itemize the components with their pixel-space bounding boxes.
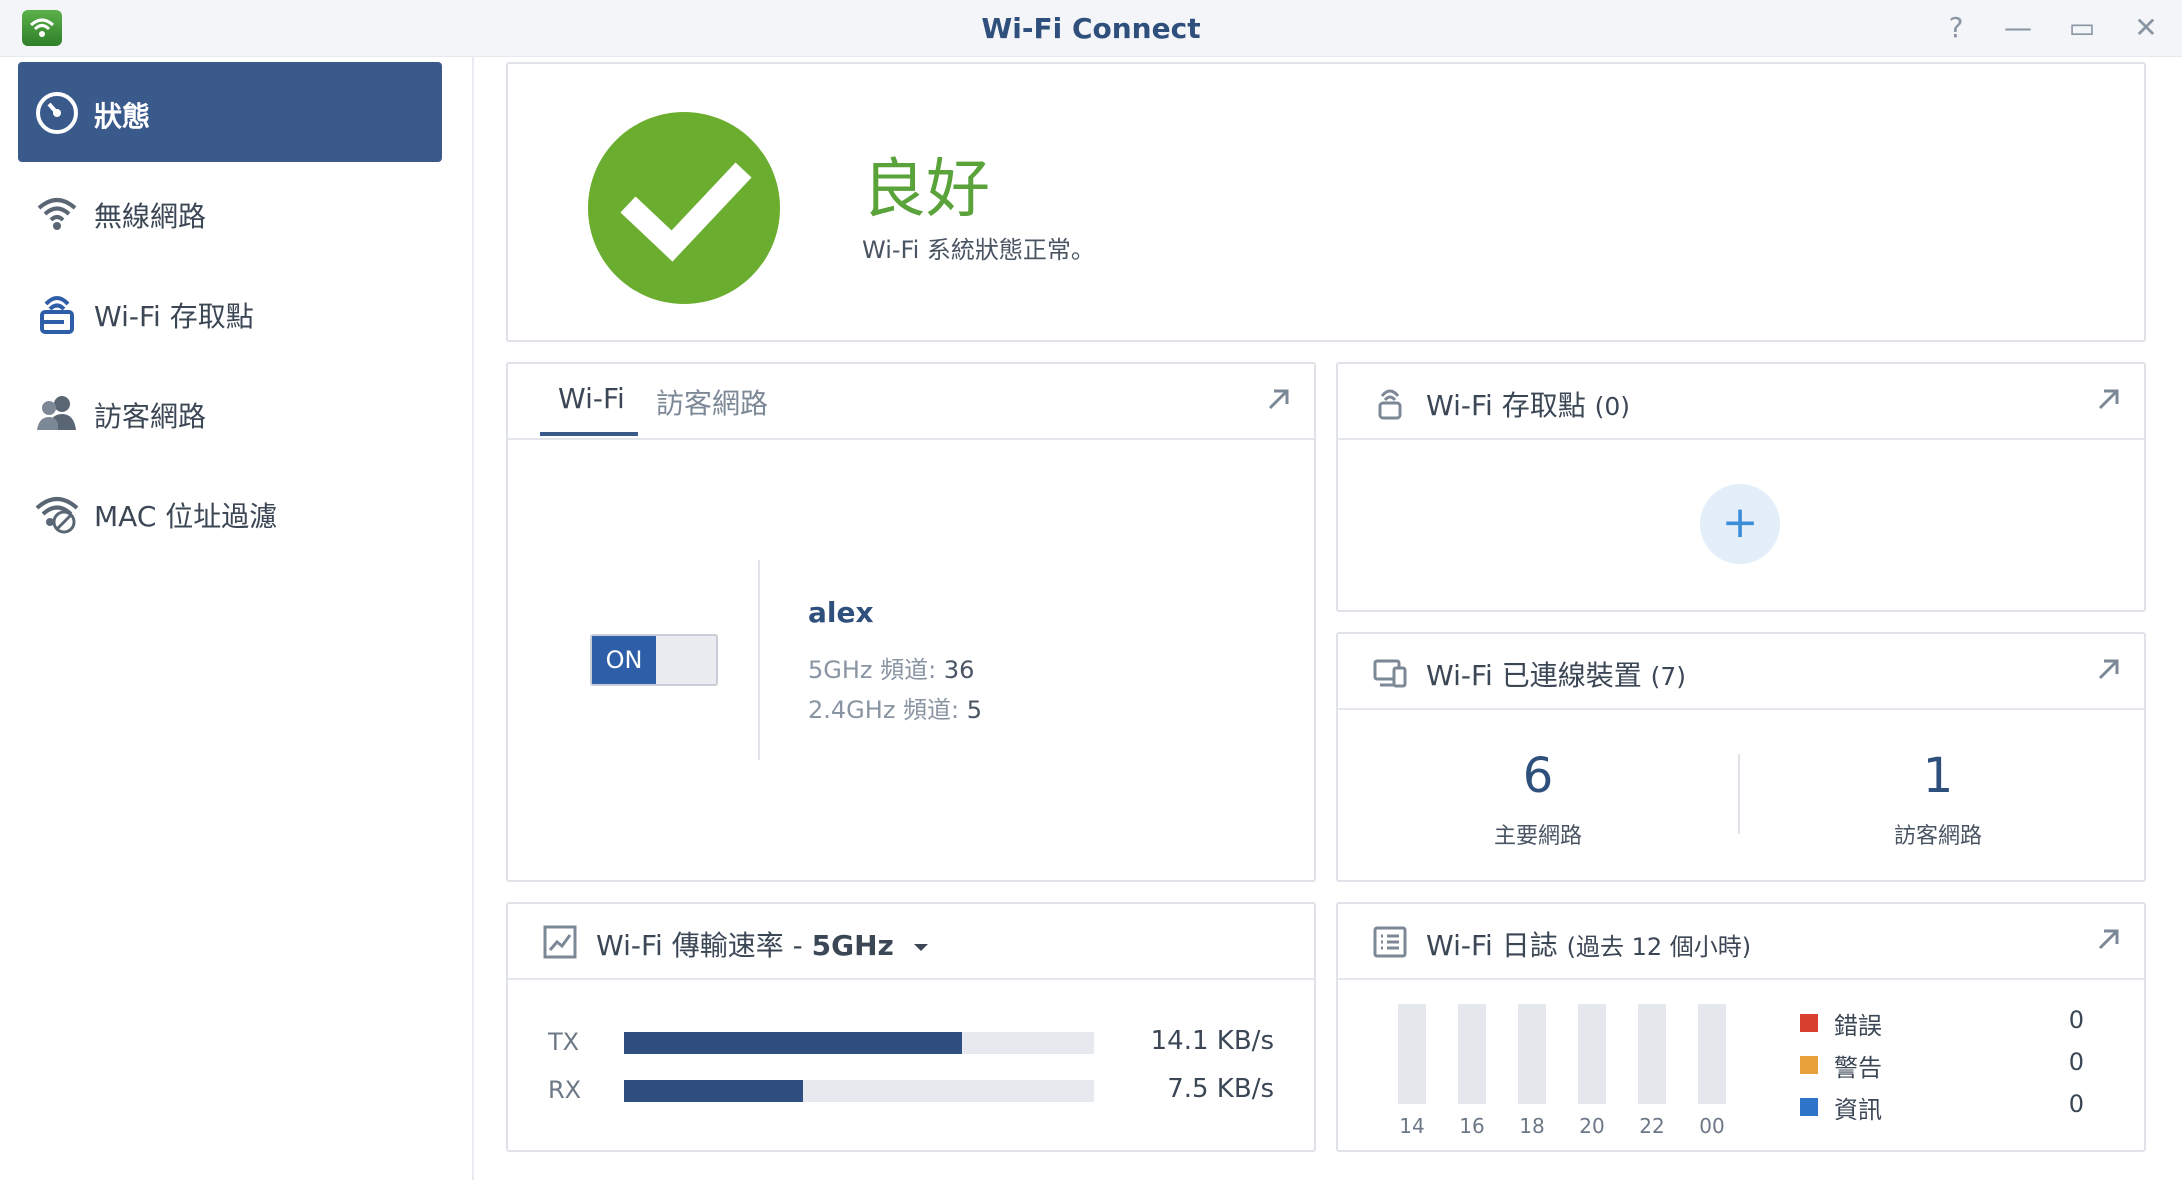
transfer-rate-panel: Wi-Fi 傳輸速率 - 5GHz TX 14.1 KB/s RX 7.5 KB… bbox=[506, 902, 1316, 1152]
status-check-icon bbox=[588, 112, 780, 304]
wifi-icon bbox=[37, 198, 77, 230]
rx-bar-fill bbox=[624, 1080, 803, 1102]
log-hour-tick: 22 bbox=[1639, 1114, 1665, 1138]
band-5ghz-channel: 5GHz 頻道: 36 bbox=[808, 656, 975, 684]
sidebar: 狀態 無線網路 Wi-Fi 存取點 訪客網路 MAC 位址過濾 bbox=[0, 57, 474, 1180]
legend-info-swatch bbox=[1800, 1098, 1818, 1116]
legend-warning-swatch bbox=[1800, 1056, 1818, 1074]
close-button[interactable]: ✕ bbox=[2128, 10, 2164, 46]
tab-indicator bbox=[540, 432, 638, 436]
guest-network-count[interactable]: 1 bbox=[1838, 748, 2038, 804]
access-point-panel: Wi-Fi 存取點 (0) + bbox=[1336, 362, 2146, 612]
expand-icon[interactable] bbox=[2096, 656, 2122, 682]
wifi-panel-header: Wi-Fi 訪客網路 bbox=[508, 364, 1314, 440]
minimize-button[interactable]: — bbox=[2000, 10, 2036, 46]
log-panel: Wi-Fi 日誌 (過去 12 個小時) 14 16 18 20 22 00 錯誤 0 警… bbox=[1336, 902, 2146, 1152]
band-select[interactable]: 5GHz bbox=[812, 929, 894, 962]
tab-guest-network[interactable]: 訪客網路 bbox=[656, 382, 768, 422]
log-title: Wi-Fi 日誌 (過去 12 個小時) bbox=[1426, 929, 1752, 962]
gauge-icon bbox=[36, 92, 78, 134]
log-bar bbox=[1698, 1004, 1726, 1104]
legend-info-value: 0 bbox=[2068, 1090, 2084, 1118]
devices-title: Wi-Fi 已連線裝置 (7) bbox=[1426, 659, 1687, 692]
expand-icon[interactable] bbox=[2096, 386, 2122, 412]
tx-bar bbox=[624, 1032, 1094, 1054]
chevron-down-icon[interactable] bbox=[911, 941, 931, 955]
maximize-button[interactable]: ▭ bbox=[2064, 10, 2100, 46]
band-24ghz-channel: 2.4GHz 頻道: 5 bbox=[808, 696, 983, 724]
log-bar bbox=[1638, 1004, 1666, 1104]
sidebar-item-wireless[interactable]: 無線網路 bbox=[18, 162, 442, 262]
help-button[interactable]: ? bbox=[1938, 10, 1974, 46]
sidebar-item-label: MAC 位址過濾 bbox=[94, 500, 278, 533]
access-point-header: Wi-Fi 存取點 (0) bbox=[1338, 364, 2144, 440]
wifi-panel: Wi-Fi 訪客網路 ON alex 5GHz 頻道: 36 2.4GHz 頻道… bbox=[506, 362, 1316, 882]
add-access-point-button[interactable]: + bbox=[1700, 484, 1780, 564]
access-point-icon bbox=[40, 296, 74, 334]
wifi-toggle[interactable]: ON bbox=[590, 634, 718, 686]
legend-error-value: 0 bbox=[2068, 1006, 2084, 1034]
wifi-filter-icon bbox=[35, 497, 79, 534]
legend-error-swatch bbox=[1800, 1014, 1818, 1032]
status-description: Wi-Fi 系統狀態正常。 bbox=[862, 236, 1095, 264]
tab-wifi[interactable]: Wi-Fi bbox=[558, 382, 625, 415]
legend-info-label: 資訊 bbox=[1834, 1096, 1882, 1124]
log-bar bbox=[1398, 1004, 1426, 1104]
main-network-count[interactable]: 6 bbox=[1438, 748, 1638, 804]
guest-network-label: 訪客網路 bbox=[1893, 824, 1982, 849]
log-hour-tick: 00 bbox=[1699, 1114, 1725, 1138]
divider bbox=[1738, 754, 1740, 834]
tx-label: TX bbox=[548, 1028, 580, 1056]
sidebar-item-label: 訪客網路 bbox=[94, 400, 207, 433]
legend-warning-value: 0 bbox=[2068, 1048, 2084, 1076]
devices-header: Wi-Fi 已連線裝置 (7) bbox=[1338, 634, 2144, 710]
sidebar-item-label: 狀態 bbox=[94, 100, 151, 133]
access-point-title: Wi-Fi 存取點 (0) bbox=[1426, 389, 1631, 422]
tx-bar-fill bbox=[624, 1032, 963, 1054]
rx-bar bbox=[624, 1080, 1094, 1102]
sidebar-item-label: 無線網路 bbox=[94, 200, 207, 233]
sidebar-item-guest-network[interactable]: 訪客網路 bbox=[18, 362, 442, 462]
log-hour-tick: 20 bbox=[1579, 1114, 1605, 1138]
sidebar-item-status[interactable]: 狀態 bbox=[18, 62, 442, 162]
ssid-name: alex bbox=[808, 596, 874, 629]
chart-line-icon bbox=[543, 925, 577, 959]
expand-icon[interactable] bbox=[2096, 926, 2122, 952]
devices-icon bbox=[1373, 659, 1407, 688]
sidebar-item-label: Wi-Fi 存取點 bbox=[94, 300, 254, 333]
rx-label: RX bbox=[548, 1076, 582, 1104]
sidebar-item-access-point[interactable]: Wi-Fi 存取點 bbox=[18, 262, 442, 362]
window-title: Wi-Fi Connect bbox=[981, 12, 1201, 45]
rx-value: 7.5 KB/s bbox=[1167, 1074, 1274, 1104]
legend-error-label: 錯誤 bbox=[1834, 1012, 1882, 1040]
guest-users-icon bbox=[37, 396, 76, 430]
log-list-icon bbox=[1373, 926, 1407, 958]
log-hour-tick: 16 bbox=[1459, 1114, 1485, 1138]
tx-value: 14.1 KB/s bbox=[1150, 1026, 1274, 1056]
status-headline: 良好 bbox=[862, 153, 990, 227]
log-bar bbox=[1518, 1004, 1546, 1104]
title-bar: Wi-Fi Connect ? — ▭ ✕ bbox=[0, 0, 2182, 57]
toggle-on-label: ON bbox=[592, 636, 656, 684]
log-hour-tick: 14 bbox=[1399, 1114, 1425, 1138]
rate-title: Wi-Fi 傳輸速率 - 5GHz bbox=[596, 924, 931, 964]
status-panel: 良好 Wi-Fi 系統狀態正常。 bbox=[506, 62, 2146, 342]
log-bar bbox=[1578, 1004, 1606, 1104]
main-network-label: 主要網路 bbox=[1493, 824, 1582, 849]
access-point-icon bbox=[1378, 389, 1402, 420]
connected-devices-panel: Wi-Fi 已連線裝置 (7) 6 主要網路 1 訪客網路 bbox=[1336, 632, 2146, 882]
divider bbox=[758, 560, 760, 760]
expand-icon[interactable] bbox=[1266, 386, 1292, 412]
rate-header: Wi-Fi 傳輸速率 - 5GHz bbox=[508, 904, 1314, 980]
legend-warning-label: 警告 bbox=[1834, 1054, 1882, 1082]
sidebar-item-mac-filter[interactable]: MAC 位址過濾 bbox=[18, 462, 442, 562]
log-header: Wi-Fi 日誌 (過去 12 個小時) bbox=[1338, 904, 2144, 980]
log-hour-tick: 18 bbox=[1519, 1114, 1545, 1138]
log-bar bbox=[1458, 1004, 1486, 1104]
